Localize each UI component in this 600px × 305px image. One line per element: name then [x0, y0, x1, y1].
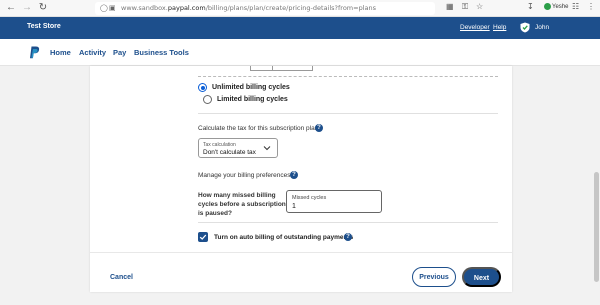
missed-cycles-value: 1: [292, 203, 296, 210]
verified-shield-icon: [520, 22, 530, 33]
nav-activity[interactable]: Activity: [79, 48, 106, 57]
url-path: /billing/plans/plan/create/pricing-detai…: [205, 4, 376, 12]
auto-billing-checkbox[interactable]: [198, 232, 208, 242]
tax-select-value: Don't calculate tax: [203, 149, 256, 156]
missed-cycles-question: How many missed billing cycles before a …: [198, 192, 286, 217]
next-button[interactable]: Next: [462, 267, 501, 287]
pricing-details-card: Unlimited billing cycles Limited billing…: [90, 66, 512, 292]
checkmark-icon: [199, 234, 207, 240]
help-icon[interactable]: ?: [344, 233, 352, 241]
previous-button[interactable]: Previous: [412, 267, 456, 287]
store-name: Test Store: [27, 23, 61, 30]
main-nav: Home Activity Pay Business Tools: [0, 39, 600, 66]
address-bar[interactable]: ◯ ▣ www.sandbox.paypal.com/billing/plans…: [95, 2, 435, 15]
missed-cycles-label: Missed cycles: [292, 195, 327, 201]
currency-field-partial[interactable]: [273, 66, 313, 71]
price-field-partial[interactable]: [250, 66, 273, 71]
tax-calculation-select[interactable]: Tax calculation Don't calculate tax: [198, 138, 278, 158]
key-icon[interactable]: ⚿: [462, 2, 468, 12]
shield-icon: ◯: [100, 4, 108, 12]
user-name[interactable]: John: [535, 24, 549, 31]
url-prefix: www.sandbox.: [121, 4, 168, 12]
developer-link[interactable]: Developer: [460, 24, 490, 31]
limited-cycles-radio[interactable]: [203, 95, 212, 104]
profile-button[interactable]: Yeshe: [544, 3, 568, 10]
top-header: Test Store Developer Help John: [0, 17, 600, 39]
help-icon[interactable]: ?: [290, 171, 298, 179]
tax-section-label: Calculate the tax for this subscription …: [198, 125, 319, 132]
tax-select-label: Tax calculation: [203, 142, 236, 148]
help-icon[interactable]: ?: [315, 124, 323, 132]
lock-icon: ▣: [109, 4, 116, 12]
cancel-button[interactable]: Cancel: [110, 274, 133, 281]
bookmark-star-icon[interactable]: ☆: [476, 2, 483, 11]
preferences-section-label: Manage your billing preferences: [198, 172, 291, 179]
avatar: [544, 3, 551, 10]
help-link[interactable]: Help: [493, 24, 506, 31]
scrollbar-thumb[interactable]: [594, 172, 599, 282]
menu-icon[interactable]: ⋮: [587, 2, 595, 11]
card-footer-divider: [90, 252, 512, 253]
extensions-icon[interactable]: ☷: [572, 2, 579, 11]
missed-cycles-input[interactable]: Missed cycles 1: [286, 190, 382, 213]
paypal-logo-icon[interactable]: [29, 46, 40, 59]
reader-icon[interactable]: ▦: [446, 2, 454, 11]
download-icon[interactable]: ↧: [527, 2, 534, 11]
reload-icon[interactable]: ↻: [37, 2, 49, 14]
url-domain: paypal.com: [167, 4, 206, 12]
divider: [198, 76, 498, 77]
auto-billing-label[interactable]: Turn on auto billing of outstanding paym…: [214, 234, 353, 241]
profile-name: Yeshe: [552, 4, 569, 11]
unlimited-cycles-label[interactable]: Unlimited billing cycles: [212, 84, 290, 91]
chevron-down-icon: [263, 146, 271, 151]
nav-pay[interactable]: Pay: [113, 48, 126, 57]
limited-cycles-label[interactable]: Limited billing cycles: [217, 96, 288, 103]
divider: [198, 222, 498, 223]
nav-business-tools[interactable]: Business Tools: [134, 48, 189, 57]
divider: [198, 113, 498, 114]
unlimited-cycles-radio[interactable]: [198, 83, 207, 92]
back-icon[interactable]: ←: [5, 2, 17, 14]
browser-toolbar: ← → ↻ ◯ ▣ www.sandbox.paypal.com/billing…: [0, 0, 600, 17]
nav-home[interactable]: Home: [50, 48, 71, 57]
forward-icon[interactable]: →: [21, 2, 33, 14]
